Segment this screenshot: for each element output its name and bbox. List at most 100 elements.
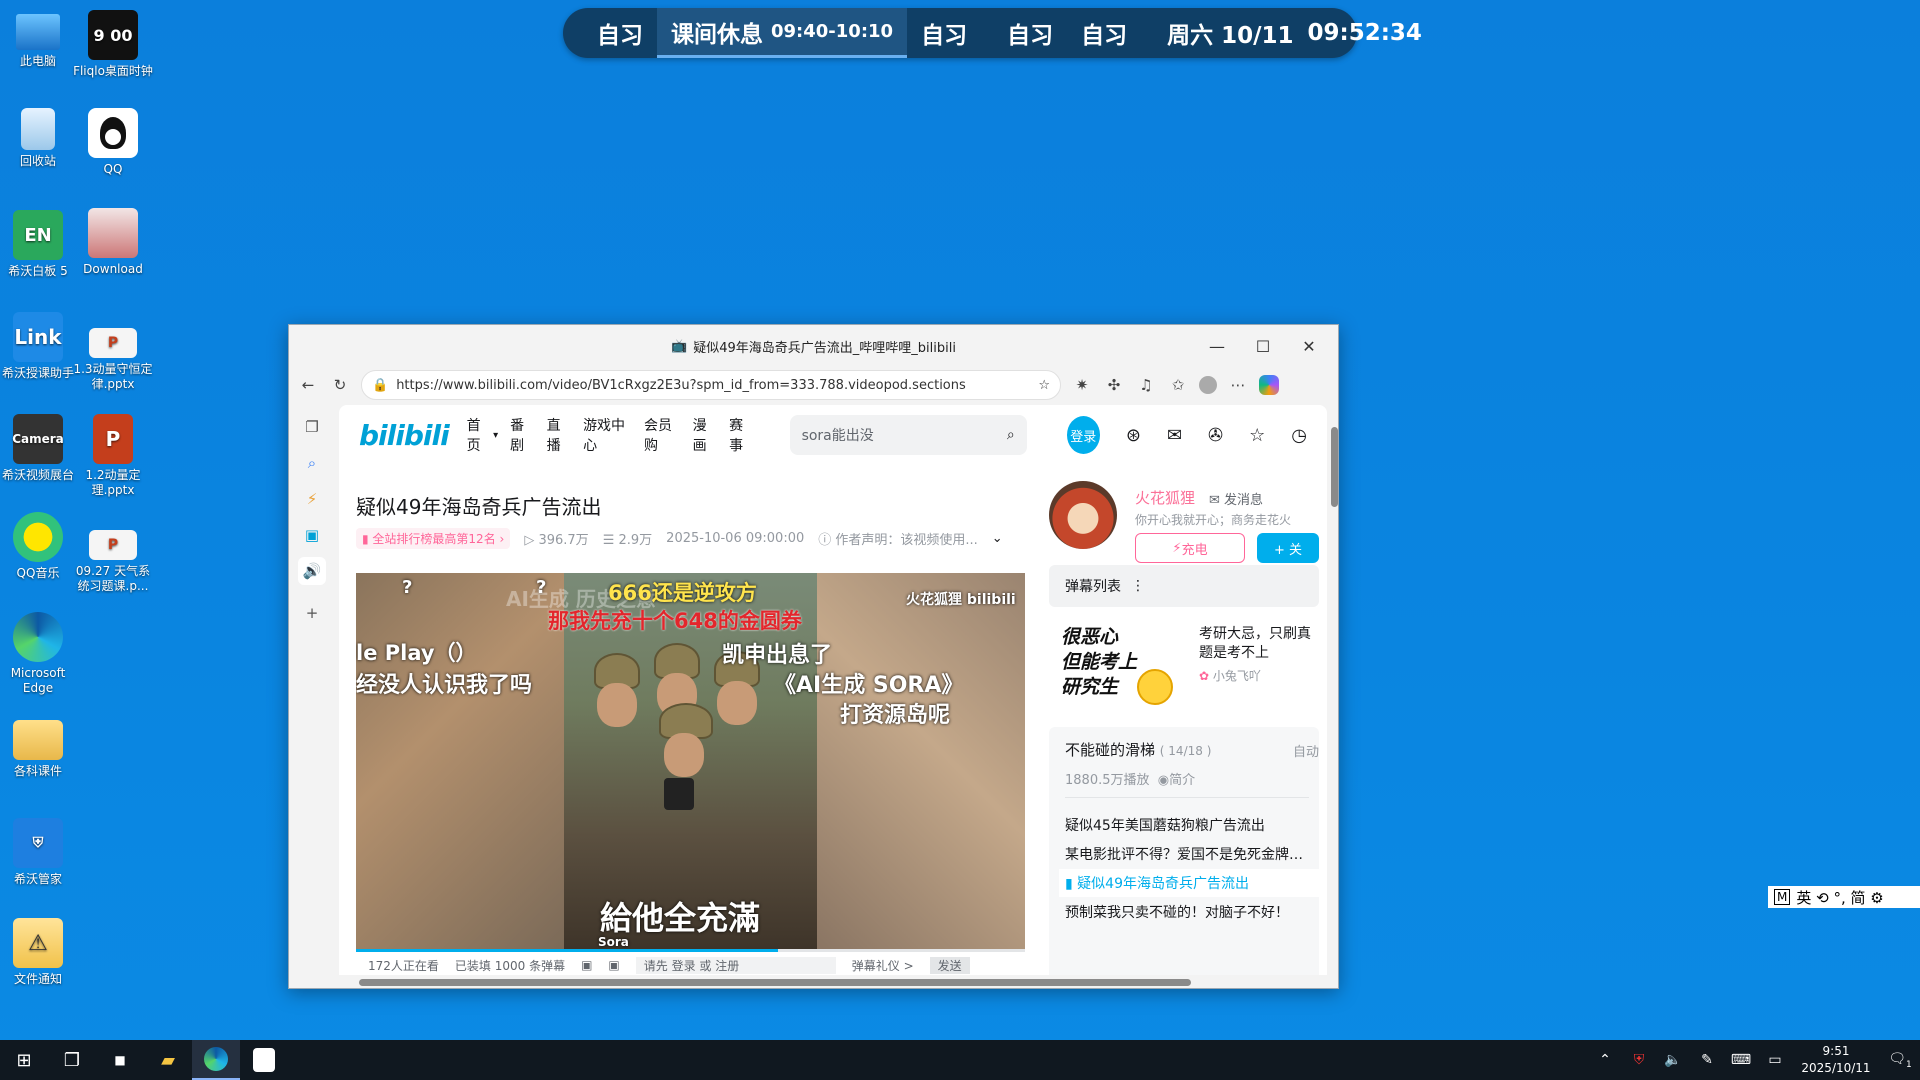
desktop-icon-qq-music[interactable]: QQ音乐 — [0, 512, 79, 581]
charge-button[interactable]: ⚡ 充电 — [1135, 533, 1245, 563]
author-statement[interactable]: ⓘ 作者声明：该视频使用... — [818, 529, 978, 548]
camera-app-icon[interactable]: ■ — [96, 1040, 144, 1080]
file-explorer-icon[interactable]: ▰ — [144, 1040, 192, 1080]
add-icon[interactable]: + — [298, 599, 326, 627]
back-icon[interactable]: ← — [297, 374, 319, 396]
desktop-icon-qq[interactable]: QQ — [72, 108, 154, 177]
laugh-emoji-icon — [1137, 669, 1173, 705]
favorite-icon[interactable]: ☆ — [1249, 425, 1265, 446]
ime-toolbar[interactable]: M 英 ⟲ °, 简 ⚙ — [1768, 886, 1920, 908]
puzzle-icon[interactable]: ✣ — [1103, 374, 1125, 396]
avatar[interactable] — [1049, 481, 1117, 549]
episode-item[interactable]: 疑似45年美国蘑菇狗粮广告流出 — [1065, 815, 1265, 835]
chevron-up-icon[interactable]: ⌃ — [1588, 1052, 1622, 1068]
security-icon[interactable]: ⛨ — [1622, 1052, 1656, 1068]
desktop-icon-label: 希沃视频展台 — [1, 468, 74, 482]
desktop-icon-recycle-bin[interactable]: 回收站 — [0, 108, 79, 169]
video-player[interactable]: ? ? AI生成 历史之意 火花狐狸 bilibili 666还是逆攻方 那我先… — [356, 573, 1025, 949]
autoplay-toggle[interactable]: 自动 — [1293, 741, 1319, 760]
danmaku-etiquette-link[interactable]: 弹幕礼仪 > — [852, 957, 914, 974]
music-icon[interactable]: ♫ — [1135, 374, 1157, 396]
search-icon[interactable]: ⌕ — [298, 449, 326, 477]
ad-card[interactable]: 很恶心 但能考上 研究生 考研大忌，只刷真题是考不上 ✿ 小兔飞吖 — [1049, 615, 1319, 715]
desktop-icon-pptx-1-2[interactable]: P 1.2动量定理.pptx — [72, 414, 154, 498]
address-bar[interactable]: 🔒 https://www.bilibili.com/video/BV1cRxg… — [361, 370, 1061, 400]
more-icon[interactable]: ⋮ — [1131, 578, 1145, 594]
desktop-icon-seewo-camera[interactable]: Camera 希沃视频展台 — [0, 414, 79, 483]
keyboard-icon[interactable]: ⌨ — [1724, 1052, 1758, 1068]
display-icon[interactable]: ▭ — [1758, 1052, 1792, 1068]
more-icon[interactable]: ⋯ — [1227, 374, 1249, 396]
desktop-icon-courseware[interactable]: 各科课件 — [0, 720, 79, 779]
taskbar-clock[interactable]: 9:51 2025/10/11 — [1792, 1043, 1880, 1077]
tabs-icon[interactable]: ❐ — [298, 413, 326, 441]
message-icon[interactable]: ✉ — [1167, 425, 1182, 446]
follow-button[interactable]: + 关 — [1257, 533, 1319, 563]
desktop-icon-seewo-link[interactable]: Link 希沃授课助手 — [0, 312, 79, 381]
nav-item[interactable]: 赛事 — [729, 415, 753, 455]
send-message-link[interactable]: ✉ 发消息 — [1209, 489, 1263, 508]
uploader-name[interactable]: 火花狐狸 — [1135, 487, 1195, 508]
maximize-button[interactable]: ☐ — [1240, 325, 1286, 367]
favorite-star-icon[interactable]: ☆ — [1038, 378, 1050, 393]
vip-icon[interactable]: ⊛ — [1126, 425, 1141, 446]
vertical-scrollbar[interactable] — [1329, 405, 1340, 975]
bilibili-tab-icon[interactable]: ▣ — [298, 521, 326, 549]
extension-icon[interactable]: ✷ — [1071, 374, 1093, 396]
ad-author: ✿ 小兔飞吖 — [1199, 667, 1261, 684]
collection-title[interactable]: 不能碰的滑梯 ( 14/18 ) — [1065, 739, 1211, 760]
audio-icon[interactable]: 🔊 — [298, 557, 326, 585]
start-windows-icon[interactable]: ⊞ — [0, 1040, 48, 1080]
nav-item[interactable]: 游戏中心 — [583, 415, 632, 455]
episode-item[interactable]: 预制菜我只卖不碰的！对脑子不好！ — [1065, 902, 1289, 922]
desktop-icon-edge[interactable]: Microsoft Edge — [0, 612, 79, 696]
desktop-icon-seewo-guard[interactable]: ⛨ 希沃管家 — [0, 818, 79, 887]
desktop-icon-pptx-1-3[interactable]: P 1.3动量守恒定律.pptx — [72, 328, 154, 392]
minimize-button[interactable]: — — [1194, 325, 1240, 367]
edge-taskbar-icon[interactable] — [192, 1040, 240, 1080]
dynamic-icon[interactable]: ✇ — [1208, 425, 1223, 446]
danmaku-toggle-icon[interactable]: ▣ — [581, 958, 592, 972]
desktop-icon-file-notice[interactable]: ⚠ 文件通知 — [0, 918, 79, 987]
favorites-icon[interactable]: ✩ — [1167, 374, 1189, 396]
nav-item[interactable]: 首页 — [467, 415, 491, 455]
schedule-item: 课间休息 — [671, 21, 763, 48]
danmaku-settings-icon[interactable]: ▣ — [608, 958, 619, 972]
search-input[interactable]: sora能出没 ⌕ — [789, 415, 1027, 455]
desktop-icon-pptx-weather[interactable]: P 09.27 天气系统习题课.p... — [72, 530, 154, 594]
qq-taskbar-icon[interactable] — [240, 1040, 288, 1080]
nav-item[interactable]: 会员购 — [644, 415, 681, 455]
desktop-icon-fliqlo[interactable]: 9 00 Fliqlo桌面时钟 — [72, 10, 154, 79]
pen-icon[interactable]: ✎ — [1690, 1052, 1724, 1068]
desktop-icon-this-pc[interactable]: 此电脑 — [0, 10, 79, 69]
episode-item-active[interactable]: ▮ 疑似49年海岛奇兵广告流出 — [1059, 869, 1319, 897]
chevron-down-icon[interactable]: ⌄ — [992, 531, 1003, 546]
desktop-icon-download[interactable]: Download — [72, 208, 154, 277]
close-button[interactable]: ✕ — [1286, 325, 1332, 367]
intro-link[interactable]: 简介 — [1169, 773, 1195, 788]
copilot-icon[interactable] — [1259, 375, 1279, 395]
scrollbar-thumb[interactable] — [359, 979, 1191, 986]
video-progress-bar[interactable] — [356, 949, 1025, 952]
profile-icon[interactable] — [1199, 376, 1217, 394]
nav-item[interactable]: 漫画 — [693, 415, 717, 455]
rank-badge[interactable]: ▮ 全站排行榜最高第12名 › — [356, 528, 511, 549]
tab-icon[interactable]: ⚡ — [298, 485, 326, 513]
refresh-icon[interactable]: ↻ — [329, 374, 351, 396]
episode-item[interactable]: 某电影批评不得？爱国不是免死金牌… — [1065, 844, 1303, 864]
nav-item[interactable]: 番剧 — [510, 415, 534, 455]
desktop-icon-seewo-board[interactable]: EN 希沃白板 5 — [0, 210, 79, 279]
danmaku-list-header[interactable]: 弹幕列表 ⋮ — [1049, 565, 1319, 607]
danmaku-input[interactable]: 请先 登录 或 注册 — [635, 956, 836, 974]
history-icon[interactable]: ◷ — [1291, 425, 1307, 446]
bilibili-logo[interactable]: bilibili — [359, 419, 450, 452]
volume-icon[interactable]: 🔈 — [1656, 1052, 1690, 1068]
search-icon[interactable]: ⌕ — [1007, 427, 1015, 443]
task-view-icon[interactable]: ❐ — [48, 1040, 96, 1080]
nav-item[interactable]: 直播 — [547, 415, 571, 455]
notification-icon[interactable]: 🗨1 — [1880, 1051, 1920, 1070]
send-button[interactable]: 发送 — [929, 956, 970, 974]
login-button[interactable]: 登录 — [1066, 416, 1100, 454]
scrollbar-thumb[interactable] — [1331, 427, 1338, 507]
horizontal-scrollbar[interactable] — [339, 975, 1327, 989]
